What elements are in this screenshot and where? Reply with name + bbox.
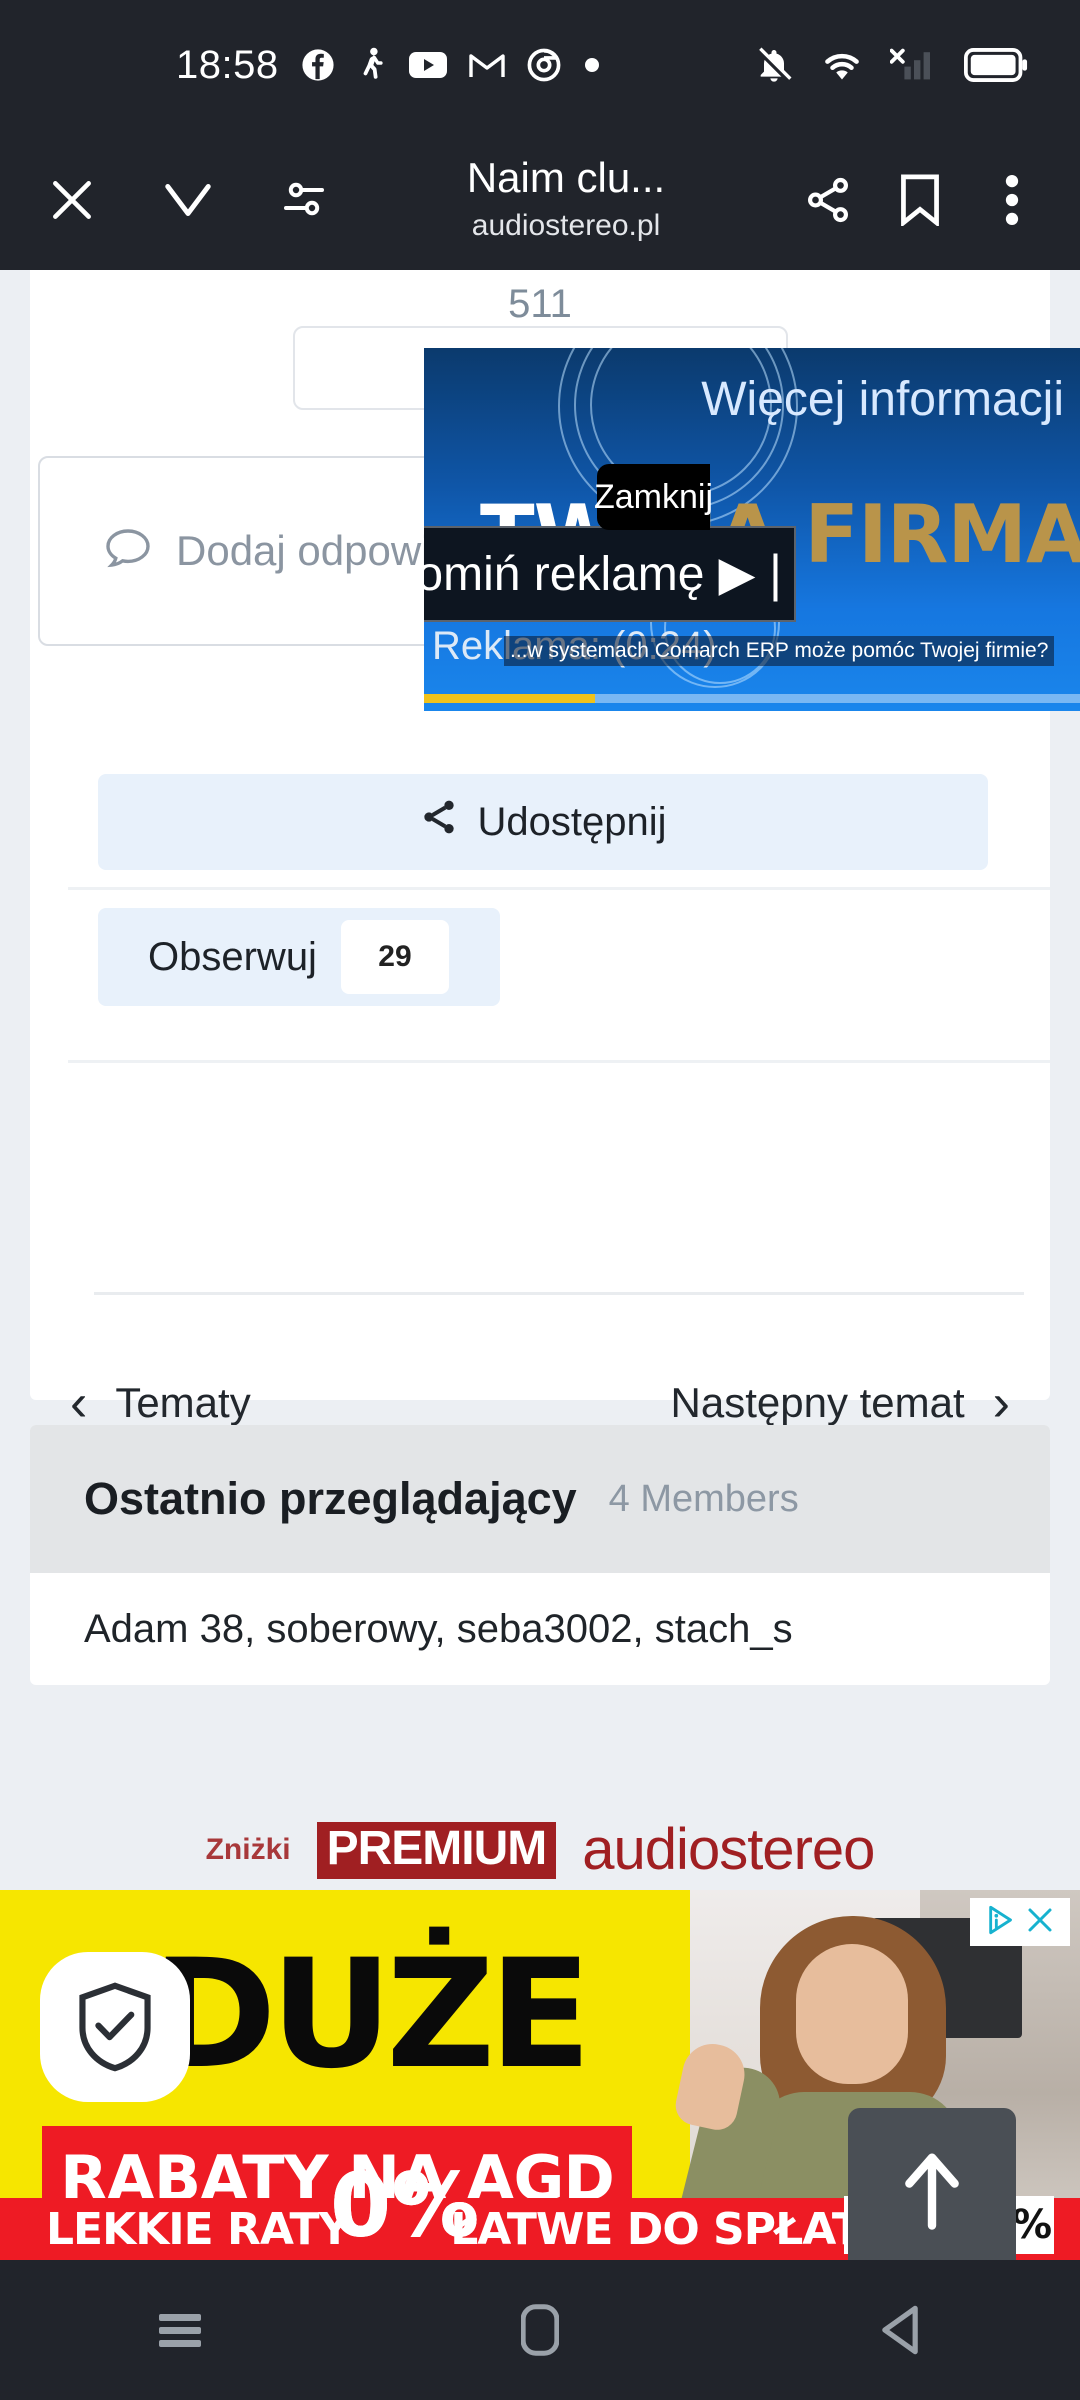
wifi-icon	[820, 48, 864, 82]
share-small-icon	[419, 797, 459, 847]
close-button[interactable]	[26, 130, 118, 270]
divider	[68, 1060, 1050, 1063]
page-title: Naim clu...	[466, 154, 666, 201]
audiostereo-wordmark: audiostereo	[582, 1817, 875, 1882]
discounts-label: Zniżki	[205, 1833, 291, 1866]
adchoices-controls[interactable]	[970, 1898, 1070, 1946]
status-bar-right	[754, 0, 1028, 130]
follow-button-label: Obserwuj	[148, 934, 317, 979]
recent-viewers-card: Ostatnio przeglądający 4 Members Adam 38…	[30, 1425, 1050, 1685]
recent-viewers-list[interactable]: Adam 38, soberowy, seba3002, stach_s	[30, 1573, 1050, 1685]
chevron-left-icon: ‹	[70, 1374, 88, 1432]
recent-viewers-count: 4 Members	[608, 1477, 799, 1520]
more-dot-icon	[583, 56, 601, 74]
video-advertisement-overlay[interactable]: Więcej informacji TWOJA FIRMA Reklama: (…	[424, 348, 1080, 711]
recents-icon[interactable]	[110, 2260, 250, 2400]
gmail-icon	[468, 51, 505, 79]
ad-progress-bar	[424, 694, 1080, 703]
recents-glyph	[159, 2308, 201, 2353]
premium-badge: PREMIUM	[316, 1821, 557, 1879]
chevron-right-icon: ›	[992, 1374, 1010, 1432]
share-icon[interactable]	[782, 130, 874, 270]
prev-topics-link[interactable]: ‹ Tematy	[70, 1377, 251, 1429]
follow-button[interactable]: Obserwuj 29	[98, 908, 500, 1006]
shield-check-icon	[40, 1952, 190, 2102]
adchoices-icon[interactable]	[985, 1903, 1019, 1942]
divider	[94, 1292, 1024, 1295]
back-icon[interactable]	[830, 2260, 970, 2400]
model-face	[796, 1944, 908, 2084]
share-button-label: Udostępnij	[477, 799, 667, 844]
skip-ad-button[interactable]: Pomiń reklamę ▶❘	[424, 526, 796, 622]
follow-count-badge: 29	[340, 920, 449, 994]
strip-right-label: ŁATWE DO SPŁATY!	[450, 2204, 912, 2255]
bookmark-icon[interactable]	[874, 130, 966, 270]
toolbar-title-block[interactable]: Naim clu... audiostereo.pl	[350, 154, 782, 246]
signal-no-sim-icon	[890, 47, 938, 83]
banner-advertisement[interactable]: DUŻE RABATY NA AGD LEKKIE RATY 0% ŁATWE …	[0, 1890, 1080, 2260]
skip-ad-label: Pomiń reklamę	[424, 547, 705, 601]
arrow-up-icon	[893, 2148, 971, 2237]
home-icon[interactable]	[470, 2260, 610, 2400]
share-button[interactable]: Udostępnij	[98, 774, 988, 870]
facebook-icon	[301, 48, 335, 82]
battery-full-icon	[964, 48, 1028, 82]
prev-topics-label: Tematy	[115, 1379, 251, 1426]
close-ad-button[interactable]: Zamknij	[593, 464, 714, 530]
scroll-to-top-button[interactable]	[848, 2108, 1016, 2260]
close-ad-label: Zamknij	[593, 477, 714, 516]
more-info-link[interactable]: Więcej informacji	[701, 372, 1064, 427]
chrome-icon	[527, 48, 561, 82]
tune-icon[interactable]	[258, 130, 350, 270]
comment-bubble-icon	[104, 527, 152, 576]
youtube-icon	[408, 51, 447, 79]
next-topic-link[interactable]: Następny temat ›	[671, 1377, 1010, 1429]
ad-progress-fill	[424, 694, 595, 703]
status-bar: 18:58	[0, 0, 1080, 130]
recent-viewers-title: Ostatnio przeglądający	[84, 1473, 577, 1524]
page-number: 511	[508, 282, 572, 326]
next-topic-label: Następny temat	[670, 1379, 965, 1426]
status-clock: 18:58	[176, 42, 279, 87]
close-icon[interactable]	[1025, 1905, 1055, 1940]
ad-caption-text: ...w systemach Comarch ERP może pomóc Tw…	[504, 636, 1055, 666]
overflow-menu-icon[interactable]	[966, 130, 1058, 270]
browser-toolbar: Naim clu... audiostereo.pl	[0, 130, 1080, 270]
page-domain: audiostereo.pl	[471, 209, 661, 242]
banner-headline: DUŻE	[152, 1928, 592, 2102]
strip-left-label: LEKKIE RATY	[46, 2204, 350, 2255]
chevron-down-icon[interactable]	[142, 130, 234, 270]
walking-activity-icon	[357, 47, 387, 83]
skip-forward-icon: ▶❘	[718, 548, 796, 601]
mute-bell-icon	[754, 45, 794, 85]
divider	[68, 887, 1050, 890]
recent-viewers-header: Ostatnio przeglądający 4 Members	[30, 1425, 1050, 1573]
android-navigation-bar	[0, 2260, 1080, 2400]
status-bar-left: 18:58	[176, 43, 601, 88]
